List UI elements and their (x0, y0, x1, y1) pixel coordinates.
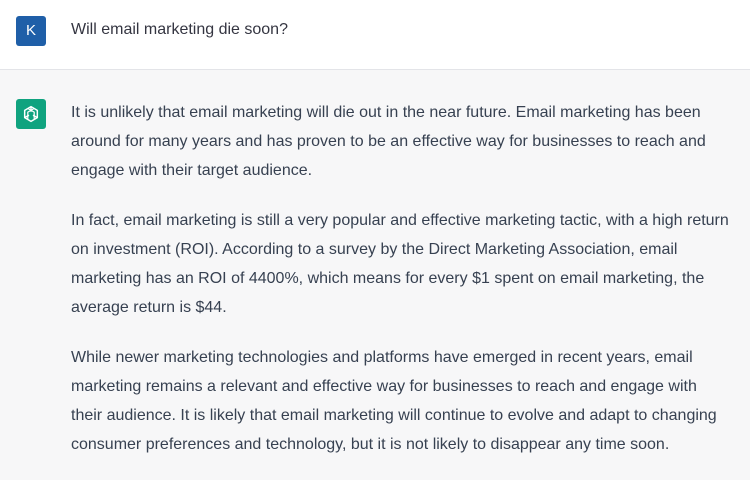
assistant-paragraph: While newer marketing technologies and p… (71, 349, 717, 453)
assistant-avatar (16, 99, 46, 129)
conversation: K Will email marketing die soon? It is u… (0, 0, 750, 490)
user-message-text: Will email marketing die soon? (71, 21, 288, 38)
bottom-strip (0, 480, 750, 490)
user-message-row: K Will email marketing die soon? (0, 0, 750, 70)
assistant-paragraph: In fact, email marketing is still a very… (71, 212, 729, 316)
user-avatar: K (16, 16, 46, 46)
openai-logo-icon (23, 105, 39, 123)
assistant-message-content: It is unlikely that email marketing will… (71, 98, 731, 480)
assistant-message-row: It is unlikely that email marketing will… (0, 70, 750, 480)
assistant-paragraph: It is unlikely that email marketing will… (71, 104, 706, 179)
